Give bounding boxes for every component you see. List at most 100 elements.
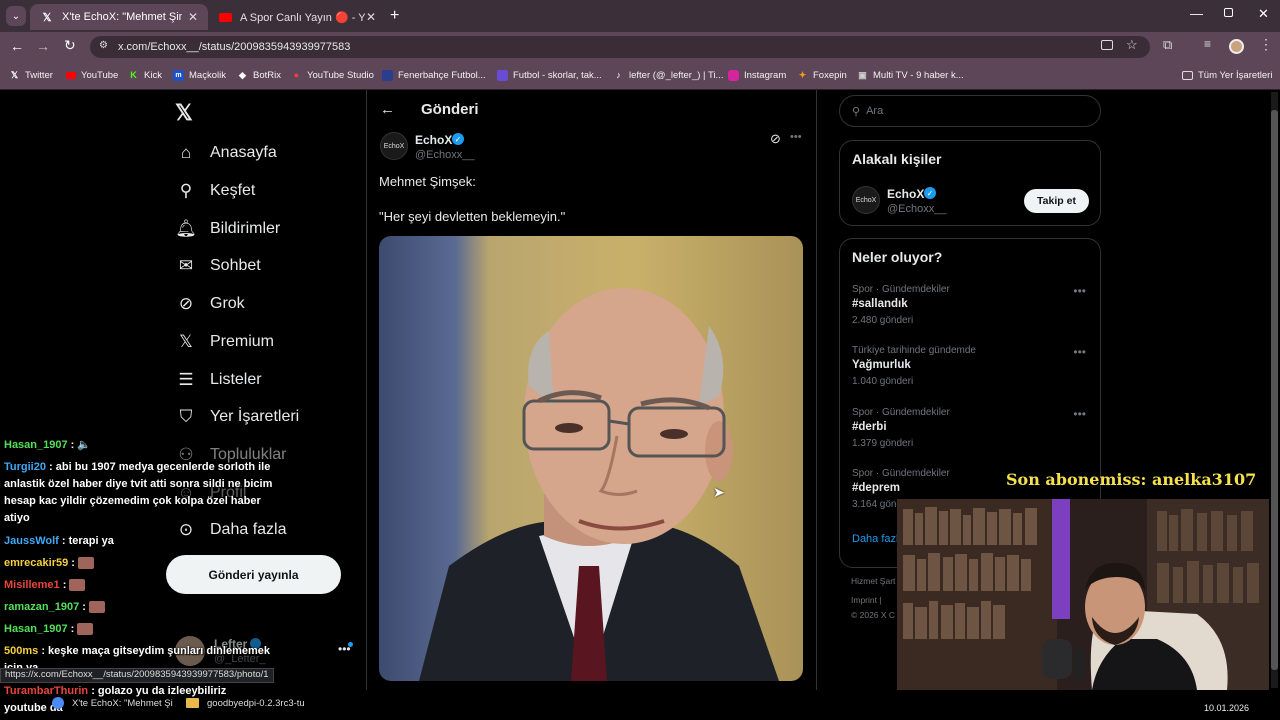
related-handle: @Echoxx__: [887, 203, 947, 215]
kick-icon: K: [130, 70, 137, 80]
all-bookmarks[interactable]: Tüm Yer İşaretleri: [1182, 68, 1272, 82]
minimize-icon[interactable]: —: [1190, 6, 1203, 21]
verified-badge-icon: ✓: [924, 187, 936, 199]
chat-message: JaussWolf : terapi ya: [4, 535, 114, 547]
taskbar-item-browser[interactable]: X'te EchoX: "Mehmet Şi: [52, 694, 173, 712]
scrollbar-thumb[interactable]: [1271, 110, 1278, 670]
chat-message: Turgii20 : abi bu 1907 medya gecenlerde …: [4, 461, 273, 524]
browser-icon: [52, 697, 64, 709]
botrix-icon: ◆: [239, 69, 246, 80]
verified-badge-icon: ✓: [452, 133, 464, 145]
follow-button[interactable]: Takip et: [1024, 189, 1089, 213]
nav-grok[interactable]: ⊘ Grok: [176, 290, 245, 318]
bookmark-twitter[interactable]: 𝕏 Twitter: [9, 68, 53, 82]
youtube-studio-icon: ●: [293, 70, 300, 80]
bookmark-kick[interactable]: K Kick: [128, 68, 162, 82]
nav-explore[interactable]: ⚲ Keşfet: [176, 177, 256, 205]
bookmark-futbol-skorlar[interactable]: Futbol - skorlar, tak...: [497, 68, 602, 82]
tab-list-button[interactable]: ⌄: [6, 6, 26, 26]
profile-avatar[interactable]: [1229, 39, 1244, 54]
taskbar-item-folder[interactable]: goodbyedpi-0.2.3rc3-tu: [186, 694, 305, 712]
trend-more-icon[interactable]: •••: [1073, 407, 1086, 421]
new-tab-button[interactable]: +: [390, 7, 399, 25]
grok-icon: ⊘: [178, 294, 194, 313]
grok-explain-icon[interactable]: ⊘: [770, 131, 781, 147]
bookmark-instagram[interactable]: Instagram: [728, 68, 786, 82]
multitv-icon: ▣: [858, 69, 867, 80]
footer-terms[interactable]: Hizmet Şart: [851, 576, 895, 586]
webcam-feed: [897, 499, 1269, 690]
bell-icon: 🔔︎: [175, 219, 197, 238]
cast-icon[interactable]: [1101, 40, 1113, 50]
trends-title: Neler oluyor?: [852, 249, 943, 265]
post-photo[interactable]: [379, 236, 803, 681]
trend-item[interactable]: Spor · Gündemdekiler #derbi 1.379 gönder…: [852, 407, 1092, 449]
list-icon: ☰: [178, 370, 194, 389]
bookmark-mackolik[interactable]: m Maçkolik: [173, 68, 226, 82]
nav-home[interactable]: ⌂ Anasayfa: [176, 139, 277, 167]
subscriber-banner: Son abonemiss: anelka3107: [1006, 470, 1257, 489]
bookmark-youtube[interactable]: YouTube: [65, 68, 118, 82]
chat-message: Hasan_1907 :: [4, 621, 294, 638]
tab-youtube[interactable]: A Spor Canlı Yayın 🔴 - YouTub ✕: [208, 4, 386, 30]
back-icon[interactable]: ←: [10, 38, 24, 54]
trend-more-icon[interactable]: •••: [1073, 345, 1086, 359]
trend-item[interactable]: Türkiye tarihinde gündemde Yağmurluk 1.0…: [852, 345, 1092, 387]
search-input[interactable]: ⚲ Ara: [839, 95, 1101, 127]
extensions-icon[interactable]: ⧉: [1163, 37, 1172, 53]
x-premium-icon: 𝕏: [179, 332, 193, 351]
fenerbahce-icon: [382, 69, 393, 81]
forward-icon[interactable]: →: [36, 38, 50, 54]
page-title: Gönderi: [421, 101, 479, 118]
home-icon: ⌂: [180, 143, 192, 162]
link-status-bar: https://x.com/Echoxx__/status/2009835943…: [0, 668, 274, 683]
center-border-left: [366, 90, 367, 690]
related-title: Alakalı kişiler: [852, 151, 942, 167]
bookmark-icon: ⛉: [179, 407, 193, 426]
bookmark-foxepin[interactable]: ✦ Foxepin: [797, 68, 847, 82]
tab-x-post[interactable]: 𝕏 X'te EchoX: "Mehmet Şimşek: "H ✕: [30, 4, 208, 30]
author-handle[interactable]: @Echoxx__: [415, 149, 474, 161]
bookmark-lefter[interactable]: ♪ lefter (@_lefter_) | Ti...: [613, 68, 723, 82]
bookmark-star-icon[interactable]: ☆: [1126, 37, 1138, 53]
bookmark-multi-tv[interactable]: ▣ Multi TV - 9 haber k...: [857, 68, 963, 82]
media-controls-icon[interactable]: ≡: [1204, 37, 1211, 51]
close-tab-icon[interactable]: ✕: [188, 10, 198, 24]
nav-lists[interactable]: ☰ Listeler: [176, 366, 261, 394]
close-tab-icon[interactable]: ✕: [366, 10, 376, 24]
scrollbar[interactable]: [1271, 92, 1278, 688]
nav-bookmarks[interactable]: ⛉ Yer İşaretleri: [176, 403, 300, 431]
related-name[interactable]: EchoX: [887, 187, 924, 201]
bookmark-fenerbahce[interactable]: Fenerbahçe Futbol...: [382, 68, 486, 82]
site-settings-icon[interactable]: ⚙: [99, 40, 108, 51]
author-avatar[interactable]: EchoX: [380, 132, 408, 160]
bookmark-botrix[interactable]: ◆ BotRix: [237, 68, 281, 82]
post-more-icon[interactable]: •••: [790, 131, 802, 143]
folder-icon: [186, 698, 199, 708]
trend-more-icon[interactable]: •••: [1073, 284, 1086, 298]
youtube-icon: [65, 70, 76, 81]
author-name[interactable]: EchoX: [415, 133, 452, 147]
close-window-icon[interactable]: ✕: [1258, 6, 1269, 22]
trend-item[interactable]: Spor · Gündemdekiler #sallandık 2.480 gö…: [852, 284, 1092, 326]
nav-notifications[interactable]: 🔔︎ Bildirimler: [175, 215, 280, 243]
chat-message: ramazan_1907 :: [4, 599, 294, 616]
search-icon: ⚲: [852, 105, 861, 118]
browser-menu-icon[interactable]: ⋮: [1259, 36, 1273, 53]
x-logo-icon[interactable]: 𝕏: [175, 100, 193, 126]
nav-premium[interactable]: 𝕏 Premium: [176, 328, 274, 356]
emote-icon: [77, 623, 94, 636]
emote-icon: [69, 579, 86, 592]
back-arrow-icon[interactable]: ←: [380, 101, 395, 118]
bookmark-youtube-studio[interactable]: ● YouTube Studio: [291, 68, 374, 82]
address-bar[interactable]: ⚙ x.com/Echoxx__/status/2009835943939977…: [90, 36, 1150, 58]
x-logo-icon: 𝕏: [10, 69, 19, 80]
reload-icon[interactable]: ↻: [64, 37, 76, 54]
related-avatar[interactable]: EchoX: [852, 186, 880, 214]
taskbar-date: 10.01.2026: [1204, 703, 1250, 713]
footer-imprint[interactable]: Imprint |: [851, 595, 882, 605]
nav-chat[interactable]: ✉ Sohbet: [176, 252, 261, 280]
maximize-icon[interactable]: [1224, 8, 1233, 17]
flashscore-icon: [497, 69, 508, 81]
emote-icon: [78, 557, 95, 570]
